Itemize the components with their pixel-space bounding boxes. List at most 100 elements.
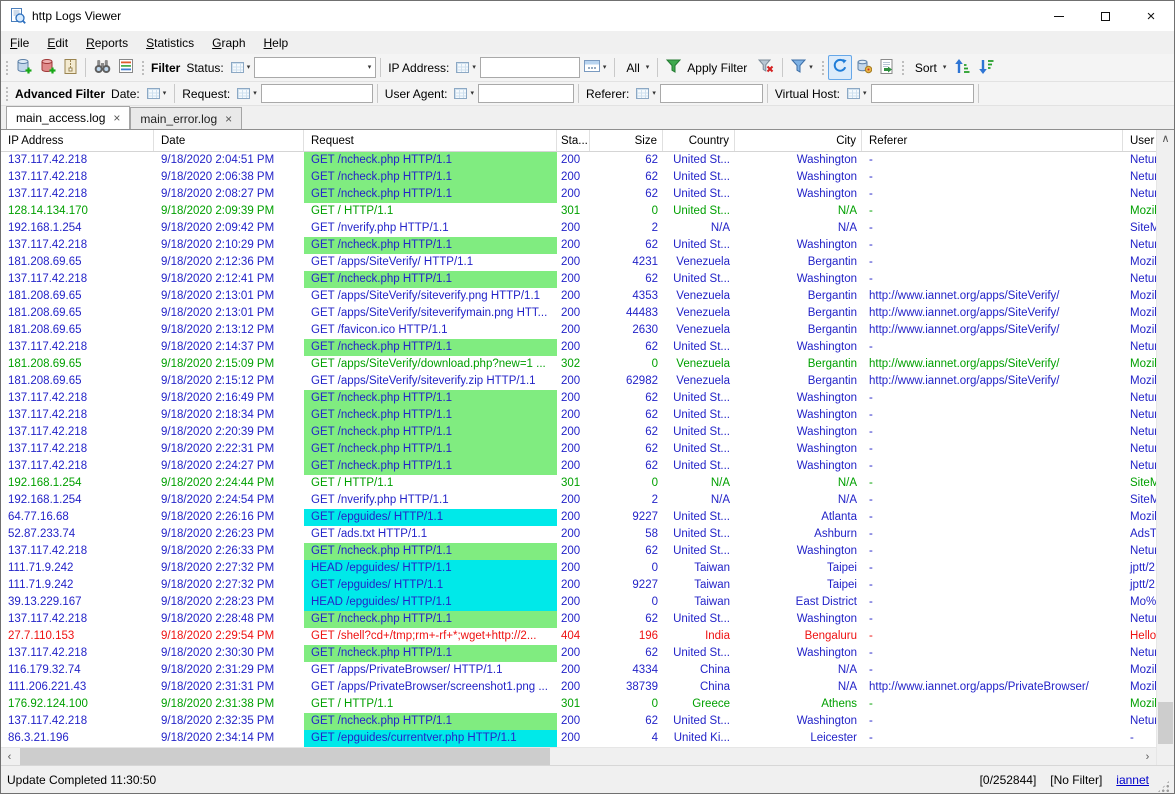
table-row[interactable]: 137.117.42.218 9/18/2020 2:10:29 PM GET … [1, 237, 1156, 254]
toolbar-grip[interactable] [900, 59, 905, 77]
tab-close-icon[interactable]: × [113, 112, 120, 124]
menu-statistics[interactable]: Statistics [137, 31, 203, 54]
table-row[interactable]: 111.71.9.242 9/18/2020 2:27:32 PM GET /e… [1, 577, 1156, 594]
vertical-scrollbar[interactable]: ∧ ∨ [1156, 130, 1174, 765]
table-row[interactable]: 52.87.233.74 9/18/2020 2:26:23 PM GET /a… [1, 526, 1156, 543]
virtual-host-filter-input[interactable] [871, 84, 974, 103]
table-row[interactable]: 137.117.42.218 9/18/2020 2:32:35 PM GET … [1, 713, 1156, 730]
toolbar-grip[interactable] [4, 85, 9, 103]
table-row[interactable]: 111.71.9.242 9/18/2020 2:27:32 PM HEAD /… [1, 560, 1156, 577]
table-row[interactable]: 176.92.124.100 9/18/2020 2:31:38 PM GET … [1, 696, 1156, 713]
virtual-host-field-picker[interactable]: ▾ [843, 85, 871, 102]
table-row[interactable]: 137.117.42.218 9/18/2020 2:22:31 PM GET … [1, 441, 1156, 458]
table-row[interactable]: 192.168.1.254 9/18/2020 2:24:54 PM GET /… [1, 492, 1156, 509]
horizontal-scrollbar[interactable]: ‹ › [1, 747, 1156, 765]
column-header-date[interactable]: Date [154, 130, 304, 151]
refresh-button[interactable] [828, 55, 852, 80]
table-row[interactable]: 181.208.69.65 9/18/2020 2:15:12 PM GET /… [1, 373, 1156, 390]
table-row[interactable]: 181.208.69.65 9/18/2020 2:13:12 PM GET /… [1, 322, 1156, 339]
open-remote-log-button[interactable] [36, 55, 60, 80]
status-filter-combo[interactable]: ▾ [254, 57, 376, 78]
menu-edit[interactable]: Edit [38, 31, 77, 54]
auto-update-button[interactable] [852, 55, 876, 80]
table-row[interactable]: 128.14.134.170 9/18/2020 2:09:39 PM GET … [1, 203, 1156, 220]
input-mode-button[interactable]: ▾ [580, 57, 611, 78]
scroll-up-icon[interactable]: ∧ [1157, 130, 1174, 147]
apply-filter-button[interactable]: Apply Filter [662, 56, 754, 79]
column-header-user-agent[interactable]: User A... [1123, 130, 1156, 151]
table-row[interactable]: 137.117.42.218 9/18/2020 2:18:34 PM GET … [1, 407, 1156, 424]
status-field-picker[interactable]: ▾ [227, 59, 255, 76]
referer-field-picker[interactable]: ▾ [632, 85, 660, 102]
sort-descending-button[interactable] [974, 56, 998, 80]
user-agent-filter-input[interactable] [478, 84, 574, 103]
user-agent-field-picker[interactable]: ▾ [450, 85, 478, 102]
request-field-picker[interactable]: ▾ [233, 85, 261, 102]
table-row[interactable]: 137.117.42.218 9/18/2020 2:16:49 PM GET … [1, 390, 1156, 407]
menu-help[interactable]: Help [255, 31, 298, 54]
table-row[interactable]: 137.117.42.218 9/18/2020 2:12:41 PM GET … [1, 271, 1156, 288]
referer-filter-input[interactable] [660, 84, 763, 103]
table-row[interactable]: 137.117.42.218 9/18/2020 2:04:51 PM GET … [1, 152, 1156, 169]
column-header-ip[interactable]: IP Address [1, 130, 154, 151]
request-filter-input[interactable] [261, 84, 373, 103]
menu-file[interactable]: File [1, 31, 38, 54]
status-filter-input[interactable] [255, 61, 363, 75]
table-row[interactable]: 27.7.110.153 9/18/2020 2:29:54 PM GET /s… [1, 628, 1156, 645]
tab-close-icon[interactable]: × [225, 113, 232, 125]
column-header-status[interactable]: Sta... [557, 130, 590, 151]
scroll-left-icon[interactable]: ‹ [1, 748, 18, 765]
table-row[interactable]: 64.77.16.68 9/18/2020 2:26:16 PM GET /ep… [1, 509, 1156, 526]
sort-ascending-button[interactable] [950, 56, 974, 80]
tab-main-error-log[interactable]: main_error.log × [130, 107, 242, 129]
table-row[interactable]: 137.117.42.218 9/18/2020 2:20:39 PM GET … [1, 424, 1156, 441]
table-row[interactable]: 181.208.69.65 9/18/2020 2:15:09 PM GET /… [1, 356, 1156, 373]
column-header-referer[interactable]: Referer [862, 130, 1123, 151]
table-row[interactable]: 116.179.32.74 9/18/2020 2:31:29 PM GET /… [1, 662, 1156, 679]
vertical-scrollbar-thumb[interactable] [1158, 702, 1173, 744]
column-header-country[interactable]: Country [663, 130, 735, 151]
all-dropdown[interactable]: All▾ [619, 58, 653, 78]
table-row[interactable]: 137.117.42.218 9/18/2020 2:30:30 PM GET … [1, 645, 1156, 662]
scroll-right-icon[interactable]: › [1139, 748, 1156, 765]
minimize-button[interactable] [1036, 1, 1082, 31]
table-row[interactable]: 137.117.42.218 9/18/2020 2:26:33 PM GET … [1, 543, 1156, 560]
resize-grip-icon[interactable] [1157, 780, 1170, 793]
horizontal-scrollbar-thumb[interactable] [20, 748, 550, 765]
table-row[interactable]: 192.168.1.254 9/18/2020 2:24:44 PM GET /… [1, 475, 1156, 492]
remove-filter-button[interactable] [754, 56, 778, 79]
ip-filter-input[interactable] [480, 57, 580, 78]
open-zipped-log-button[interactable] [60, 56, 81, 80]
table-row[interactable]: 39.13.229.167 9/18/2020 2:28:23 PM HEAD … [1, 594, 1156, 611]
open-log-button[interactable] [12, 55, 36, 80]
column-header-request[interactable]: Request [304, 130, 557, 151]
table-row[interactable]: 181.208.69.65 9/18/2020 2:13:01 PM GET /… [1, 305, 1156, 322]
toolbar-grip[interactable] [820, 59, 825, 77]
maximize-button[interactable] [1082, 1, 1128, 31]
date-field-picker[interactable]: ▾ [143, 85, 171, 102]
column-header-city[interactable]: City [735, 130, 862, 151]
table-row[interactable]: 181.208.69.65 9/18/2020 2:12:36 PM GET /… [1, 254, 1156, 271]
filter-options-dropdown[interactable]: ▾ [787, 56, 817, 79]
table-row[interactable]: 137.117.42.218 9/18/2020 2:24:27 PM GET … [1, 458, 1156, 475]
iannet-link[interactable]: iannet [1116, 773, 1149, 787]
table-row[interactable]: 86.3.21.196 9/18/2020 2:34:14 PM GET /ep… [1, 730, 1156, 747]
table-row[interactable]: 137.117.42.218 9/18/2020 2:06:38 PM GET … [1, 169, 1156, 186]
table-row[interactable]: 111.206.221.43 9/18/2020 2:31:31 PM GET … [1, 679, 1156, 696]
menu-graph[interactable]: Graph [203, 31, 254, 54]
menu-reports[interactable]: Reports [77, 31, 137, 54]
scrollbar-track[interactable] [550, 748, 1139, 765]
toolbar-grip[interactable] [140, 59, 145, 77]
table-row[interactable]: 192.168.1.254 9/18/2020 2:09:42 PM GET /… [1, 220, 1156, 237]
table-row[interactable]: 181.208.69.65 9/18/2020 2:13:01 PM GET /… [1, 288, 1156, 305]
column-header-size[interactable]: Size [590, 130, 663, 151]
table-row[interactable]: 137.117.42.218 9/18/2020 2:14:37 PM GET … [1, 339, 1156, 356]
table-row[interactable]: 137.117.42.218 9/18/2020 2:08:27 PM GET … [1, 186, 1156, 203]
reports-button[interactable] [115, 56, 137, 79]
tab-main-access-log[interactable]: main_access.log × [6, 106, 130, 129]
table-row[interactable]: 137.117.42.218 9/18/2020 2:28:48 PM GET … [1, 611, 1156, 628]
search-button[interactable] [90, 56, 115, 80]
export-button[interactable] [876, 56, 897, 80]
sort-dropdown[interactable]: Sort▾ [908, 58, 951, 78]
toolbar-grip[interactable] [4, 59, 9, 77]
